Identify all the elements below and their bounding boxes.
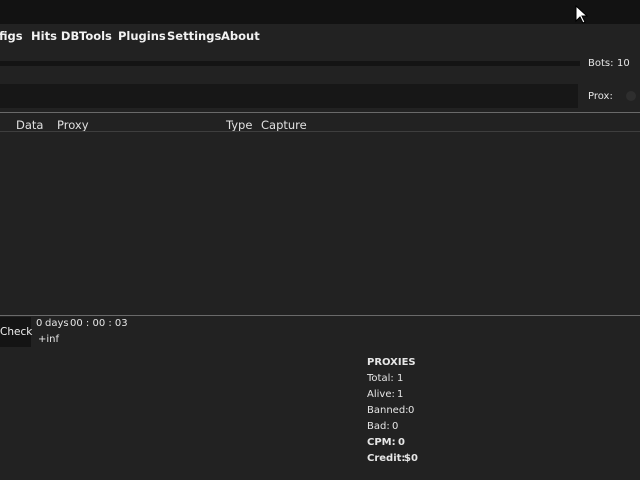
proxies-bad-label: Bad: xyxy=(367,421,390,432)
check-button[interactable]: Check xyxy=(0,317,32,347)
column-header-capture[interactable]: Capture xyxy=(261,118,307,132)
proxies-banned-label: Banned: xyxy=(367,405,409,416)
proxies-total-value: 1 xyxy=(397,373,404,384)
cpm-value: 0 xyxy=(398,437,405,448)
remaining-time: +inf xyxy=(38,334,60,345)
proxies-heading: PROXIES xyxy=(367,357,416,368)
title-bar xyxy=(0,0,640,24)
bots-count[interactable]: 10 xyxy=(617,58,630,69)
proxies-bad-value: 0 xyxy=(392,421,399,432)
elapsed-days: 0 xyxy=(36,318,43,329)
proxies-alive-value: 1 xyxy=(397,389,404,400)
menu-item-plugins[interactable]: Plugins xyxy=(118,29,166,43)
cpm-label: CPM: xyxy=(367,437,396,448)
menu-item-settings[interactable]: Settings xyxy=(167,29,221,43)
proxies-alive-label: Alive: xyxy=(367,389,395,400)
menu-bar: figs Hits DB Tools Plugins Settings Abou… xyxy=(0,24,640,50)
progress-bar xyxy=(0,61,580,66)
menu-item-about[interactable]: About xyxy=(221,29,260,43)
credit-value: $0 xyxy=(404,453,418,464)
results-grid[interactable] xyxy=(0,132,640,314)
column-header-data[interactable]: Data xyxy=(16,118,43,132)
column-header-proxy[interactable]: Proxy xyxy=(57,118,89,132)
menu-item-configs[interactable]: figs xyxy=(0,29,23,43)
config-field[interactable] xyxy=(0,84,578,108)
proxies-banned-value: 0 xyxy=(408,405,415,416)
elapsed-days-label: days xyxy=(45,318,69,329)
credit-label: Credit: xyxy=(367,453,406,464)
proxy-toggle[interactable] xyxy=(626,91,636,101)
bots-label: Bots: xyxy=(588,58,614,69)
proxy-label: Prox: xyxy=(588,91,613,102)
mouse-cursor-icon xyxy=(575,5,588,24)
menu-item-hits-db[interactable]: Hits DB xyxy=(31,29,79,43)
proxies-total-label: Total: xyxy=(367,373,394,384)
column-header-type[interactable]: Type xyxy=(226,118,252,132)
divider xyxy=(0,112,640,113)
elapsed-time: 00 : 00 : 03 xyxy=(70,318,128,329)
divider xyxy=(0,315,640,316)
menu-item-tools[interactable]: Tools xyxy=(79,29,112,43)
